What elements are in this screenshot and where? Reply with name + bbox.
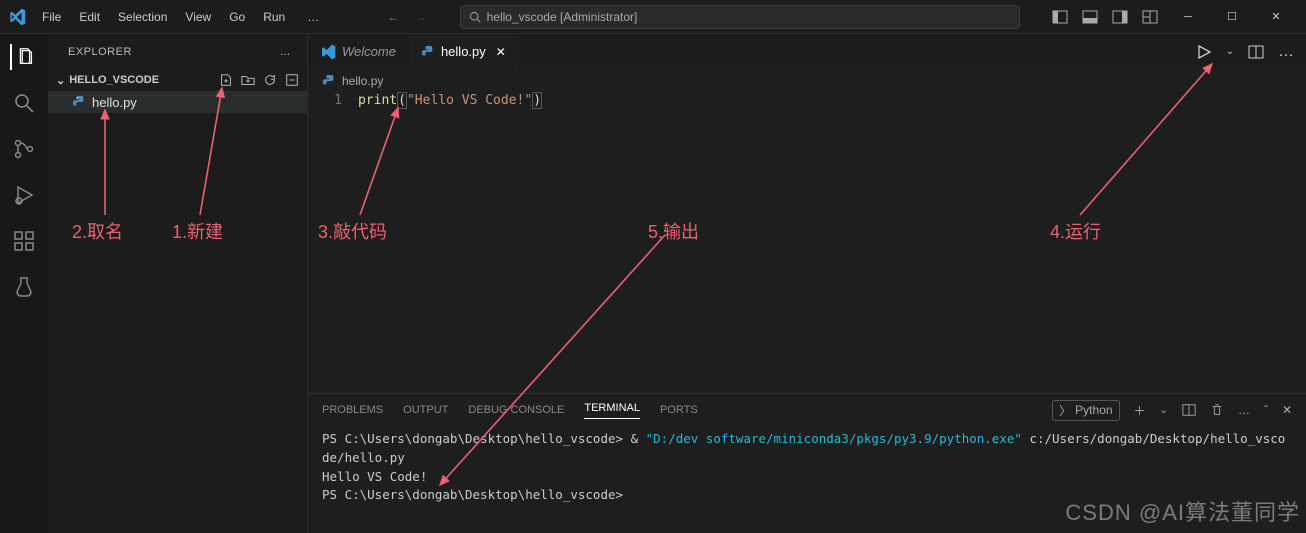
activity-bar [0, 34, 48, 533]
panel-tab-ports[interactable]: PORTS [660, 404, 698, 416]
tab-close-icon[interactable]: ✕ [496, 45, 506, 59]
minimize-icon[interactable]: ─ [1166, 0, 1210, 34]
menu-run[interactable]: Run [255, 6, 293, 28]
maximize-icon[interactable]: ☐ [1210, 0, 1254, 34]
editor-area: Welcome hello.py ✕ ⌄ … hello.py 1 print(… [308, 34, 1306, 533]
titlebar: File Edit Selection View Go Run … ← → he… [0, 0, 1306, 34]
folder-name: HELLO_VSCODE [69, 74, 159, 86]
tab-welcome-label: Welcome [342, 44, 396, 59]
new-terminal-icon[interactable]: ＋ [1134, 402, 1146, 419]
run-dropdown-icon[interactable]: ⌄ [1226, 46, 1234, 57]
tab-file-label: hello.py [441, 44, 486, 59]
layout-panel-left-icon[interactable] [1052, 9, 1068, 25]
testing-icon[interactable] [11, 274, 37, 300]
new-folder-icon[interactable] [241, 73, 255, 87]
split-terminal-icon[interactable] [1182, 403, 1196, 417]
nav-back-icon[interactable]: ← [387, 10, 399, 24]
close-panel-icon[interactable]: ✕ [1282, 403, 1292, 417]
run-file-icon[interactable] [1196, 44, 1212, 60]
collapse-icon[interactable] [285, 73, 299, 87]
search-activity-icon[interactable] [11, 90, 37, 116]
close-icon[interactable]: ✕ [1254, 0, 1298, 34]
search-icon [469, 11, 481, 23]
code-line: print("Hello VS Code!") [358, 93, 542, 108]
python-tab-icon [421, 45, 435, 59]
python-breadcrumb-icon [322, 74, 336, 88]
python-file-icon [72, 95, 86, 109]
code-editor[interactable]: 1 print("Hello VS Code!") [308, 93, 1306, 108]
source-control-icon[interactable] [11, 136, 37, 162]
refresh-icon[interactable] [263, 73, 277, 87]
explorer-icon[interactable] [10, 44, 36, 70]
panel-tab-problems[interactable]: PROBLEMS [322, 404, 383, 416]
layout-panel-bottom-icon[interactable] [1082, 9, 1098, 25]
tab-hello-py[interactable]: hello.py ✕ [409, 34, 519, 69]
new-file-icon[interactable] [219, 73, 233, 87]
tab-welcome[interactable]: Welcome [308, 34, 409, 69]
editor-more-icon[interactable]: … [1278, 43, 1294, 61]
menu-view[interactable]: View [177, 6, 219, 28]
menu-go[interactable]: Go [221, 6, 253, 28]
file-name: hello.py [92, 95, 137, 110]
panel-tab-output[interactable]: OUTPUT [403, 404, 448, 416]
watermark: CSDN @AI算法董同学 [1065, 495, 1300, 527]
menu-file[interactable]: File [34, 6, 69, 28]
breadcrumb[interactable]: hello.py [308, 69, 1306, 93]
nav-arrows: ← → [387, 10, 427, 24]
terminal-dropdown-icon[interactable]: ⌄ [1160, 405, 1168, 416]
customize-layout-icon[interactable] [1142, 9, 1158, 25]
panel-tab-terminal[interactable]: TERMINAL [584, 402, 640, 419]
kill-terminal-icon[interactable] [1210, 403, 1224, 417]
folder-header[interactable]: ⌄ HELLO_VSCODE [48, 69, 307, 91]
vscode-tab-icon [320, 44, 336, 60]
chevron-down-icon: ⌄ [56, 74, 65, 87]
sidebar: EXPLORER … ⌄ HELLO_VSCODE hello.py [48, 34, 308, 533]
line-number: 1 [318, 93, 358, 108]
editor-tabs: Welcome hello.py ✕ ⌄ … [308, 34, 1306, 69]
split-editor-icon[interactable] [1248, 44, 1264, 60]
sidebar-header: EXPLORER … [48, 34, 307, 69]
panel-tab-debug[interactable]: DEBUG CONSOLE [468, 404, 564, 416]
launch-profile[interactable]: 〉Python [1052, 400, 1119, 421]
extensions-icon[interactable] [11, 228, 37, 254]
window-controls: ─ ☐ ✕ [1166, 0, 1298, 34]
run-debug-icon[interactable] [11, 182, 37, 208]
terminal-profile-icon: 〉 [1059, 402, 1071, 419]
vscode-logo-icon [8, 8, 26, 26]
breadcrumb-text: hello.py [342, 74, 383, 88]
panel-tabs: PROBLEMS OUTPUT DEBUG CONSOLE TERMINAL P… [308, 394, 1306, 426]
explorer-more-icon[interactable]: … [280, 46, 292, 58]
explorer-title: EXPLORER [68, 46, 132, 58]
menu-edit[interactable]: Edit [71, 6, 108, 28]
main-menu: File Edit Selection View Go Run … [34, 6, 327, 28]
search-box[interactable]: hello_vscode [Administrator] [460, 5, 1020, 29]
command-center: hello_vscode [Administrator] [427, 5, 1052, 29]
file-item-hello-py[interactable]: hello.py [48, 91, 307, 113]
layout-panel-right-icon[interactable] [1112, 9, 1128, 25]
maximize-panel-icon[interactable]: ˆ [1264, 403, 1268, 417]
panel-more-icon[interactable]: … [1238, 403, 1250, 417]
menu-overflow[interactable]: … [299, 6, 327, 28]
search-text: hello_vscode [Administrator] [487, 10, 638, 24]
menu-selection[interactable]: Selection [110, 6, 175, 28]
nav-forward-icon[interactable]: → [415, 10, 427, 24]
layout-controls [1052, 9, 1158, 25]
